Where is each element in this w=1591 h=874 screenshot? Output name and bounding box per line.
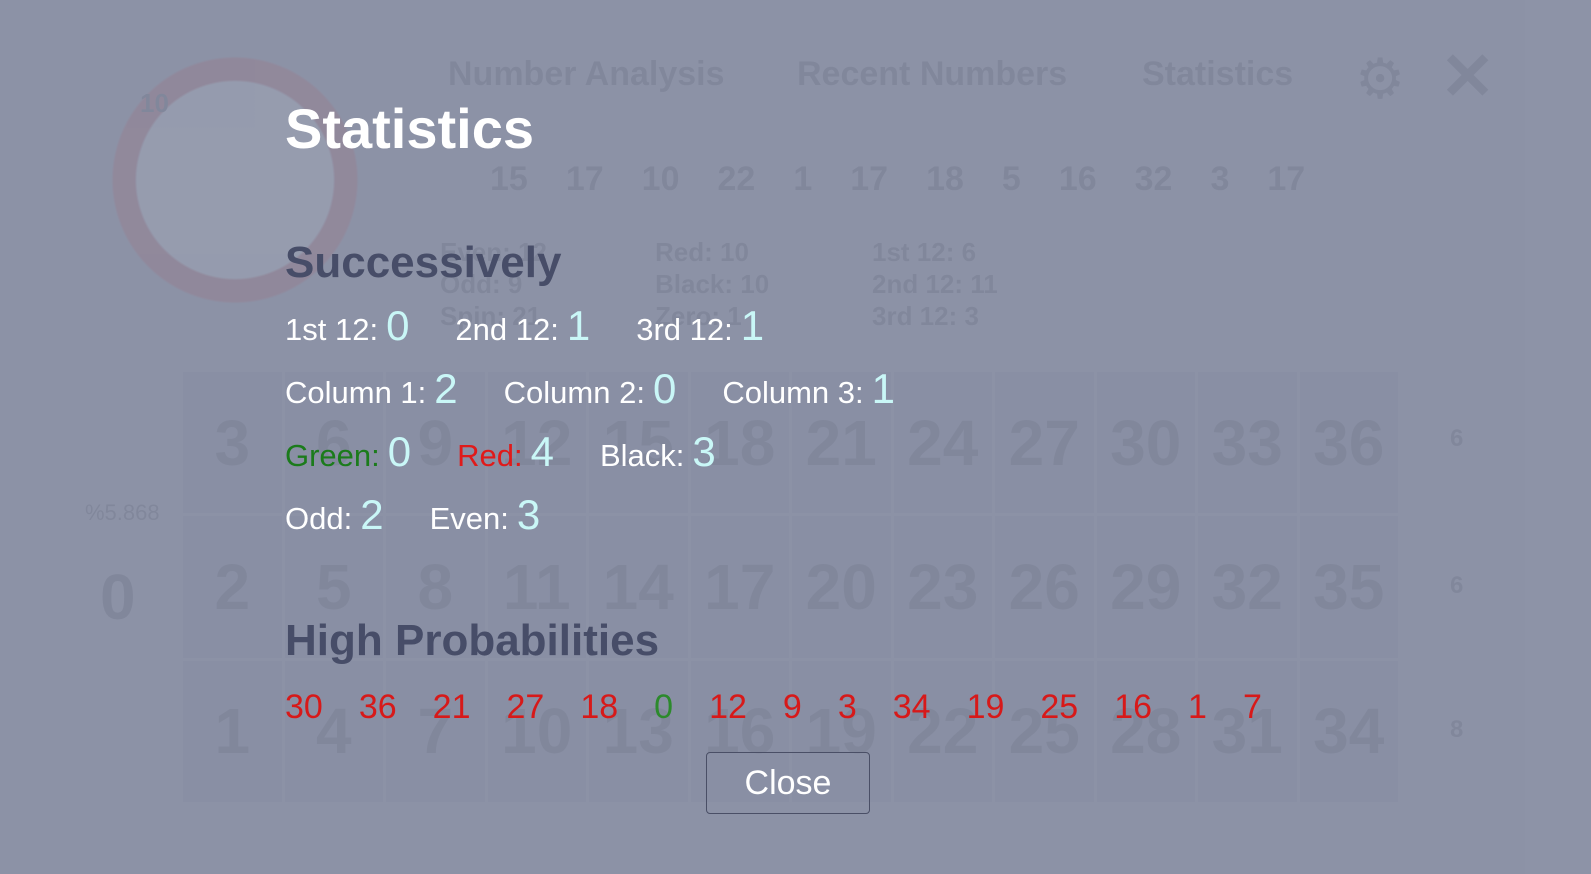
stat-red: Red: 4 (457, 428, 554, 476)
stat-green: Green: 0 (285, 428, 411, 476)
probability-number: 25 (1040, 688, 1079, 726)
close-button[interactable]: Close (706, 752, 870, 814)
stat-label: Column 3: (722, 375, 864, 410)
probability-number: 34 (892, 688, 931, 726)
probability-number: 19 (966, 688, 1005, 726)
stat-label: Red: (457, 438, 523, 473)
probability-number: 12 (709, 688, 747, 726)
stat-first-dozen: 1st 12: 0 (285, 302, 409, 350)
stat-value: 3 (692, 428, 716, 475)
stat-value: 1 (871, 365, 895, 412)
high-probabilities-list: 30 36 21 27 18 0 12 9 3 34 19 25 16 1 7 (285, 688, 1298, 727)
probability-number: 9 (782, 688, 802, 726)
probability-number: 27 (506, 688, 545, 726)
stat-value: 2 (434, 365, 458, 412)
stat-label: 3rd 12: (636, 312, 733, 347)
probability-number: 16 (1114, 688, 1153, 726)
statistics-modal: Statistics Successively 1st 12: 0 2nd 12… (0, 0, 1591, 874)
stat-label: 2nd 12: (455, 312, 559, 347)
stat-third-dozen: 3rd 12: 1 (636, 302, 764, 350)
probability-number: 1 (1188, 688, 1207, 726)
stat-value: 0 (652, 365, 677, 412)
probability-number: 36 (358, 688, 397, 726)
stat-value: 1 (566, 302, 591, 349)
stat-second-dozen: 2nd 12: 1 (455, 302, 590, 350)
stat-label: Black: (599, 438, 685, 473)
high-probabilities-heading: High Probabilities (285, 616, 660, 665)
stat-value: 4 (530, 428, 554, 475)
dozens-row: 1st 12: 0 2nd 12: 1 3rd 12: 1 (285, 302, 810, 350)
modal-title: Statistics (285, 97, 534, 160)
stat-label: Column 1: (285, 375, 427, 410)
stat-column-2: Column 2: 0 (504, 365, 677, 413)
colors-row: Green: 0 Red: 4 Black: 3 (285, 428, 762, 476)
probability-number: 18 (580, 688, 619, 726)
probability-number: 0 (654, 688, 674, 726)
stat-value: 0 (387, 428, 412, 475)
probability-number: 7 (1242, 688, 1262, 726)
stat-label: Odd: (285, 501, 353, 536)
parity-row: Odd: 2 Even: 3 (285, 491, 586, 539)
stat-value: 2 (360, 491, 384, 538)
stat-label: Column 2: (503, 375, 645, 410)
stat-column-3: Column 3: 1 (722, 365, 895, 413)
stat-even: Even: 3 (430, 491, 541, 539)
columns-row: Column 1: 2 Column 2: 0 Column 3: 1 (285, 365, 941, 413)
stat-value: 0 (386, 302, 410, 349)
stat-value: 3 (516, 491, 541, 538)
stat-label: 1st 12: (285, 312, 379, 347)
stat-value: 1 (740, 302, 765, 349)
probability-number: 30 (285, 688, 323, 726)
probability-number: 3 (837, 688, 857, 726)
stat-odd: Odd: 2 (285, 491, 384, 539)
stat-black: Black: 3 (600, 428, 716, 476)
stat-column-1: Column 1: 2 (285, 365, 458, 413)
successively-heading: Successively (285, 238, 562, 287)
stat-label: Green: (285, 438, 380, 473)
stat-label: Even: (429, 501, 509, 536)
probability-number: 21 (432, 688, 471, 726)
